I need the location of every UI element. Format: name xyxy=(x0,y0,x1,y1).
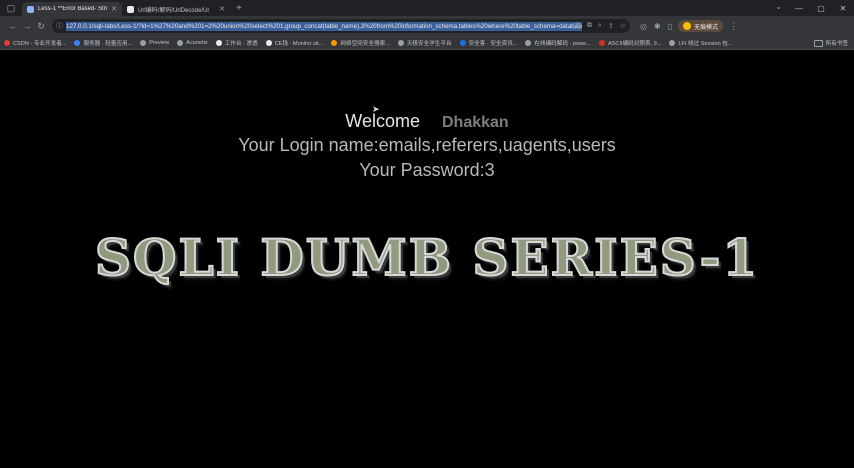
welcome-line: Welcome Dhakkan xyxy=(0,111,854,133)
all-bookmarks-button[interactable]: 所有书签 xyxy=(813,36,848,50)
bookmark-favicon-icon xyxy=(4,39,10,46)
tab-strip: ▢ Less-1 **Error Based- String** ✕ Url编码… xyxy=(0,0,854,16)
minimize-button[interactable]: — xyxy=(788,0,810,16)
welcome-text: Welcome xyxy=(345,111,420,131)
chevron-down-icon[interactable]: ⌄ xyxy=(775,2,782,11)
puzzle-icon[interactable]: ✱ xyxy=(654,22,661,31)
bookmark-favicon-icon xyxy=(331,39,338,46)
zoom-icon[interactable]: ⌕ xyxy=(598,22,602,30)
site-info-icon[interactable]: ⓘ xyxy=(56,21,63,31)
tab-url-decode[interactable]: Url编码/解码/UrlDecode/Ur ✕ xyxy=(122,2,230,16)
browser-toolbar: ← → ↻ ⓘ 127.0.0.1/sqli-labs/Less-1/?id=1… xyxy=(0,16,854,36)
tab-less-1[interactable]: Less-1 **Error Based- String** ✕ xyxy=(22,2,122,16)
bookmark-item[interactable]: 天极安全学生平台 xyxy=(394,39,456,47)
bookmark-item[interactable]: 安全客 · 安全资讯... xyxy=(456,39,522,47)
bookmark-item[interactable]: Preview xyxy=(136,39,173,46)
share-icon[interactable]: ⇪ xyxy=(608,22,614,30)
bookmark-item[interactable]: ASCII编码对照表, 9... xyxy=(595,39,665,47)
bookmark-item[interactable]: 在线编码解码 · powe... xyxy=(521,39,595,47)
bookmark-item[interactable]: Acunetix xyxy=(173,39,211,46)
translate-icon[interactable]: 文 xyxy=(574,21,581,31)
address-bar[interactable]: ⓘ 127.0.0.1/sqli-labs/Less-1/?id=1%27%20… xyxy=(52,19,630,33)
bookmark-item[interactable]: LFI 绕过 Session 包... xyxy=(665,39,736,47)
bookmark-favicon-icon xyxy=(459,39,466,46)
bookmark-item[interactable]: 服务器 · 轻量应用... xyxy=(70,39,136,47)
forward-button[interactable]: → xyxy=(20,16,34,36)
close-icon[interactable]: ✕ xyxy=(219,5,225,13)
bookmark-favicon-icon xyxy=(525,39,532,46)
password-text: Your Password:3 xyxy=(359,160,495,180)
bookmarks-bar: CSDN - 专业开发者... 服务器 · 轻量应用... Preview Ac… xyxy=(0,36,854,50)
bookmark-star-icon[interactable]: ☆ xyxy=(620,22,626,30)
extensions-area: ◎ ✱ ▯ xyxy=(640,22,672,31)
login-name-text: Your Login name:emails,referers,uagents,… xyxy=(238,135,616,155)
profile-button[interactable]: 无痕模式 xyxy=(678,20,724,32)
avatar xyxy=(683,22,692,30)
all-bookmarks-label: 所有书签 xyxy=(825,41,848,47)
bookmark-item[interactable]: 网络空间安全搜索... xyxy=(327,39,393,47)
bookmark-favicon-icon xyxy=(177,39,184,46)
page-favicon-icon xyxy=(127,5,134,13)
bookmark-favicon-icon xyxy=(669,39,676,46)
bookmark-favicon-icon xyxy=(215,39,222,46)
omnibox-actions: 文 ⧉ ⌕ ⇪ ☆ xyxy=(574,19,626,33)
bookmark-favicon-icon xyxy=(598,39,605,46)
sidebar-icon[interactable]: ▯ xyxy=(668,22,672,31)
screen-share-icon[interactable]: ⧉ xyxy=(587,22,592,30)
tab-actions-icon[interactable]: ▢ xyxy=(0,0,22,16)
maximize-button[interactable]: ▢ xyxy=(810,0,832,16)
menu-icon[interactable]: ⋮ xyxy=(729,21,738,32)
new-tab-button[interactable]: + xyxy=(230,2,248,16)
extension-icon[interactable]: ◎ xyxy=(640,22,647,31)
bookmark-item[interactable]: CE钱 · Monitor sit... xyxy=(262,39,328,47)
tab-label: Url编码/解码/UrlDecode/Ur xyxy=(138,7,210,14)
back-button[interactable]: ← xyxy=(6,16,20,36)
window-controls: — ▢ ✕ xyxy=(788,0,854,16)
reload-button[interactable]: ↻ xyxy=(34,16,48,36)
bookmark-item[interactable]: 工作台 · 渗透 xyxy=(212,39,262,47)
tab-label: Less-1 **Error Based- String** xyxy=(38,6,108,12)
folder-icon xyxy=(813,39,823,47)
page-content: ➤ Welcome Dhakkan Your Login name:emails,… xyxy=(0,50,854,468)
bookmark-favicon-icon xyxy=(74,39,81,46)
bookmark-item[interactable]: CSDN - 专业开发者... xyxy=(0,39,70,47)
profile-label: 无痕模式 xyxy=(694,24,719,31)
bookmark-favicon-icon xyxy=(140,39,147,46)
close-icon[interactable]: ✕ xyxy=(111,5,117,13)
title-banner-image: SQLI DUMB SERIES-1 xyxy=(94,227,760,288)
bookmark-favicon-icon xyxy=(265,39,272,46)
page-favicon-icon xyxy=(27,5,34,13)
user-name: Dhakkan xyxy=(442,114,509,131)
close-window-button[interactable]: ✕ xyxy=(832,0,854,16)
url-text[interactable]: 127.0.0.1/sqli-labs/Less-1/?id=1%27%20an… xyxy=(66,21,582,31)
bookmark-favicon-icon xyxy=(397,39,404,46)
